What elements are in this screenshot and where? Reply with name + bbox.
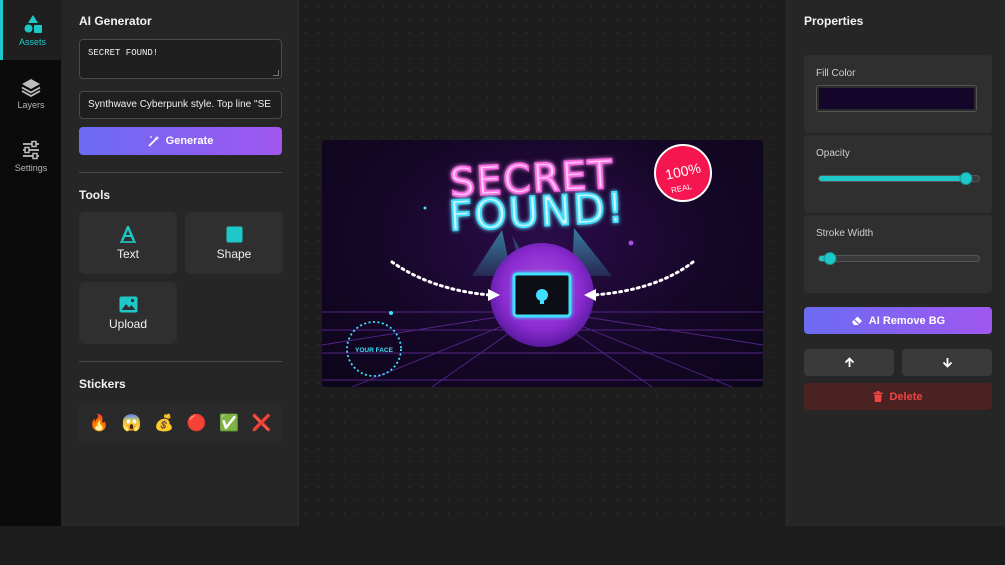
properties-panel: Properties Fill Color Opacity Stroke Wid…: [786, 0, 1005, 526]
fill-color-swatch: [819, 88, 974, 109]
sliders-icon: [23, 140, 39, 159]
fill-color-label: Fill Color: [816, 68, 856, 79]
ai-remove-bg-button[interactable]: AI Remove BG: [804, 307, 992, 334]
sticker-tray: 🔥 😱 💰 🔴 ✅ ❌: [79, 403, 282, 443]
stroke-width-thumb[interactable]: [823, 252, 837, 265]
sticker-red-circle[interactable]: 🔴: [186, 412, 208, 434]
opacity-thumb[interactable]: [959, 172, 973, 185]
trash-icon: [873, 391, 883, 402]
sticker-cross[interactable]: ❌: [251, 412, 273, 434]
opacity-slider[interactable]: [818, 172, 980, 185]
canvas-workspace[interactable]: SECRET FOUND! 100% REAL YOUR FACE: [299, 0, 786, 526]
delete-button[interactable]: Delete: [804, 383, 992, 410]
thumbnail-artboard[interactable]: SECRET FOUND! 100% REAL YOUR FACE: [322, 140, 763, 387]
divider: [79, 172, 282, 173]
opacity-fill: [819, 176, 967, 181]
icon-rail: Assets Layers Settings: [0, 0, 62, 526]
shapes-icon: [24, 14, 42, 33]
text-icon: [120, 225, 136, 243]
tool-text-label: Text: [116, 247, 139, 261]
ai-remove-bg-label: AI Remove BG: [868, 314, 946, 327]
arrow-up-icon: [844, 357, 854, 367]
rail-item-assets[interactable]: Assets: [0, 0, 62, 60]
face-label: YOUR FACE: [355, 347, 394, 354]
tool-upload-label: Upload: [108, 316, 148, 331]
arrow-down-icon: [942, 358, 952, 368]
magic-wand-icon: [148, 135, 160, 147]
fill-color-picker[interactable]: [816, 85, 977, 112]
rail-item-layers[interactable]: Layers: [0, 63, 62, 123]
tool-shape-button[interactable]: Shape: [185, 212, 283, 274]
image-icon: [119, 296, 137, 312]
tool-shape-label: Shape: [216, 246, 252, 261]
rail-label-settings: Settings: [14, 162, 48, 173]
sticker-scream[interactable]: 😱: [121, 412, 143, 434]
canvas-line2: FOUND!: [448, 183, 627, 240]
headline-text: SECRET FOUND!: [88, 48, 159, 58]
assets-panel: AI Generator SECRET FOUND! Synthwave Cyb…: [62, 0, 299, 526]
divider: [79, 361, 282, 362]
headline-textarea[interactable]: SECRET FOUND!: [79, 39, 282, 79]
properties-title: Properties: [804, 14, 864, 28]
opacity-card: Opacity: [804, 135, 992, 213]
synthwave-artwork: SECRET FOUND! 100% REAL YOUR FACE: [322, 144, 763, 387]
stickers-title: Stickers: [79, 377, 126, 391]
stroke-width-slider[interactable]: [818, 252, 980, 265]
rail-label-assets: Assets: [18, 36, 46, 47]
sticker-check[interactable]: ✅: [218, 412, 240, 434]
square-icon: [226, 226, 242, 242]
sticker-fire[interactable]: 🔥: [88, 412, 110, 434]
opacity-label: Opacity: [816, 148, 850, 159]
layers-icon: [21, 78, 41, 97]
fill-color-card: Fill Color: [804, 55, 992, 133]
sticker-money-bag[interactable]: 💰: [153, 412, 175, 434]
rail-item-settings[interactable]: Settings: [0, 126, 62, 186]
app-window: Assets Layers Settings AI Generator SECR…: [0, 0, 1005, 526]
prompt-input[interactable]: Synthwave Cyberpunk style. Top line "SE: [79, 91, 282, 119]
bring-forward-button[interactable]: [804, 349, 894, 376]
delete-label: Delete: [889, 390, 923, 403]
tools-title: Tools: [79, 188, 111, 202]
rail-label-layers: Layers: [17, 99, 45, 110]
ai-generator-title: AI Generator: [79, 14, 152, 28]
generate-button[interactable]: Generate: [79, 127, 282, 155]
eraser-icon: [851, 316, 862, 325]
tool-text-button[interactable]: Text: [79, 212, 177, 274]
tool-upload-button[interactable]: Upload: [79, 282, 177, 344]
send-backward-button[interactable]: [902, 349, 992, 376]
generate-label: Generate: [165, 135, 214, 147]
bottom-strip: [0, 526, 1005, 565]
resize-grip-icon[interactable]: [273, 70, 279, 76]
stroke-width-card: Stroke Width: [804, 215, 992, 293]
stroke-width-label: Stroke Width: [816, 228, 874, 239]
